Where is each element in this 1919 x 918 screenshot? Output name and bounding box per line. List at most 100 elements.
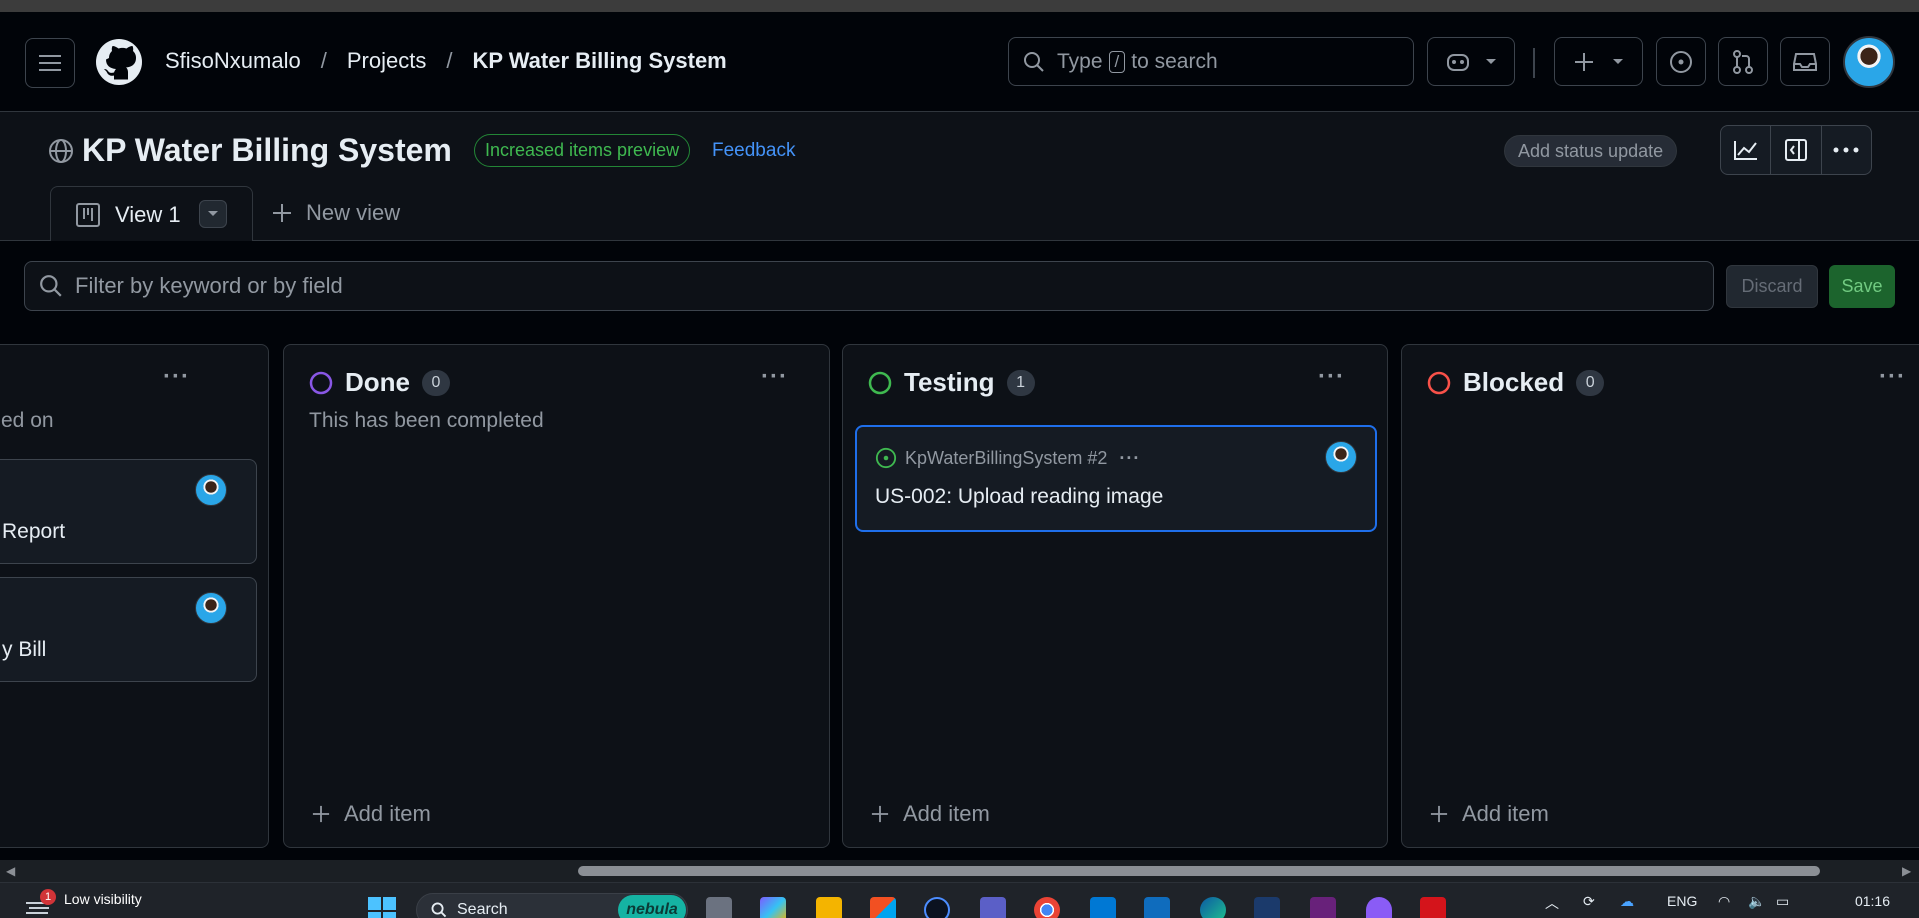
board-card[interactable]: KpWaterBillingSystem #2 ··· US-002: Uplo… — [855, 425, 1377, 532]
global-search-input[interactable]: Type / to search — [1008, 37, 1414, 86]
more-options-button[interactable] — [1822, 126, 1871, 174]
side-panel-button[interactable] — [1771, 126, 1822, 174]
board-card[interactable]: y Bill — [0, 577, 257, 682]
breadcrumb: SfisoNxumalo / Projects / KP Water Billi… — [165, 48, 727, 74]
project-title-text: KP Water Billing System — [82, 132, 452, 168]
kebab-horizontal-icon — [1833, 147, 1859, 153]
discard-button[interactable]: Discard — [1726, 265, 1818, 308]
assignee-avatar[interactable] — [1325, 441, 1357, 473]
issues-button[interactable] — [1656, 37, 1706, 86]
vscode-icon[interactable] — [1090, 897, 1116, 918]
header-divider — [1533, 48, 1535, 78]
card-repo-text[interactable]: KpWaterBillingSystem #2 — [905, 448, 1107, 469]
git-pull-request-icon — [1733, 49, 1753, 74]
column-menu-icon[interactable]: ··· — [1318, 363, 1345, 391]
sidebar-expand-icon — [1784, 139, 1807, 161]
horizontal-scrollbar[interactable]: ◀ ▶ — [0, 860, 1919, 882]
board-column-done: Done 0 ··· This has been completed Add i… — [283, 344, 830, 848]
board-column-partial: ··· ed on Report y Bill — [0, 344, 269, 848]
obsidian-icon[interactable] — [1366, 897, 1392, 918]
search-icon — [1024, 51, 1044, 72]
edge-icon[interactable] — [1200, 897, 1226, 918]
add-item-button[interactable]: Add item — [312, 801, 431, 827]
breadcrumb-projects[interactable]: Projects — [347, 48, 426, 74]
microsoft-store-icon[interactable] — [870, 897, 896, 918]
board-card[interactable]: Report — [0, 459, 257, 564]
card-title[interactable]: US-002: Upload reading image — [875, 485, 1163, 509]
feedback-link[interactable]: Feedback — [712, 140, 795, 162]
sync-icon[interactable]: ⟳ — [1583, 893, 1595, 910]
scroll-right-icon[interactable]: ▶ — [1902, 864, 1911, 878]
card-title[interactable]: y Bill — [2, 638, 46, 662]
status-circle-icon — [1427, 371, 1451, 394]
assignee-avatar[interactable] — [195, 592, 227, 624]
column-description: This has been completed — [309, 409, 544, 432]
acrobat-icon[interactable] — [1420, 897, 1446, 918]
copilot-icon — [1447, 53, 1469, 71]
outlook-icon[interactable] — [1144, 897, 1170, 918]
add-status-update-button[interactable]: Add status update — [1504, 135, 1678, 167]
weather-text[interactable]: Low visibility — [64, 891, 142, 907]
scrollbar-thumb[interactable] — [578, 866, 1820, 876]
assignee-avatar[interactable] — [195, 474, 227, 506]
visual-studio-icon[interactable] — [1310, 897, 1336, 918]
column-count-badge: 0 — [1576, 369, 1605, 396]
teams-icon[interactable] — [980, 897, 1006, 918]
volume-icon[interactable]: 🔈 — [1748, 893, 1765, 910]
github-header: SfisoNxumalo / Projects / KP Water Billi… — [0, 12, 1919, 112]
column-menu-icon[interactable]: ··· — [163, 363, 190, 391]
column-menu-icon[interactable]: ··· — [1879, 363, 1906, 391]
pull-requests-button[interactable] — [1718, 37, 1768, 86]
plus-icon — [312, 805, 330, 823]
tab-view-1[interactable]: View 1 — [50, 186, 253, 242]
language-indicator[interactable]: ENG — [1667, 893, 1697, 909]
browser-frame-strip — [0, 0, 1919, 12]
card-title[interactable]: Report — [2, 520, 65, 544]
tab-label: View 1 — [115, 201, 181, 227]
insights-button[interactable] — [1721, 126, 1772, 174]
wifi-icon[interactable]: ◠ — [1718, 893, 1730, 910]
globe-icon — [49, 138, 73, 163]
create-new-button[interactable] — [1554, 37, 1643, 86]
project-actions-group — [1720, 125, 1872, 175]
copilot-app-icon[interactable] — [760, 897, 786, 918]
column-name: Testing — [904, 367, 995, 397]
new-view-button[interactable]: New view — [272, 200, 400, 226]
nebula-badge: nebula — [618, 895, 686, 918]
search-icon — [40, 275, 62, 297]
clock[interactable]: 01:16 — [1820, 893, 1890, 909]
task-view-icon[interactable] — [706, 897, 732, 918]
github-logo-icon[interactable] — [95, 38, 143, 86]
card-menu-icon[interactable]: ··· — [1119, 448, 1140, 469]
copilot-button[interactable] — [1427, 37, 1515, 86]
search-prefix-text: Type — [1057, 49, 1103, 73]
onedrive-icon[interactable]: ☁ — [1620, 893, 1634, 910]
filter-input[interactable]: Filter by keyword or by field — [24, 261, 1714, 311]
battery-icon[interactable]: ▭ — [1776, 893, 1789, 910]
user-avatar[interactable] — [1843, 36, 1895, 88]
status-circle-icon — [868, 371, 892, 394]
column-header: Testing 1 — [868, 367, 1035, 398]
hamburger-menu-button[interactable] — [25, 38, 75, 88]
breadcrumb-owner[interactable]: SfisoNxumalo — [165, 48, 301, 74]
filter-bar: Filter by keyword or by field Discard Sa… — [0, 241, 1919, 344]
board-view-icon — [76, 202, 100, 227]
scroll-left-icon[interactable]: ◀ — [6, 864, 15, 878]
view-options-button[interactable] — [199, 200, 227, 228]
tray-chevron-up-icon[interactable]: ︿ — [1545, 893, 1559, 913]
add-item-button[interactable]: Add item — [871, 801, 990, 827]
add-item-button[interactable]: Add item — [1430, 801, 1549, 827]
file-explorer-icon[interactable] — [816, 897, 842, 918]
chrome-icon[interactable] — [1034, 897, 1060, 918]
search-icon — [431, 902, 447, 918]
netbeans-icon[interactable] — [1254, 897, 1280, 918]
column-menu-icon[interactable]: ··· — [761, 363, 788, 391]
start-windows-icon[interactable] — [368, 897, 396, 918]
card-repo-reference: KpWaterBillingSystem #2 ··· — [875, 447, 1140, 469]
onepassword-icon[interactable] — [924, 897, 950, 918]
project-title: KP Water Billing System — [48, 132, 452, 169]
inbox-button[interactable] — [1780, 37, 1830, 86]
breadcrumb-project[interactable]: KP Water Billing System — [472, 48, 726, 74]
save-button[interactable]: Save — [1829, 265, 1895, 308]
column-description: ed on — [1, 409, 54, 432]
